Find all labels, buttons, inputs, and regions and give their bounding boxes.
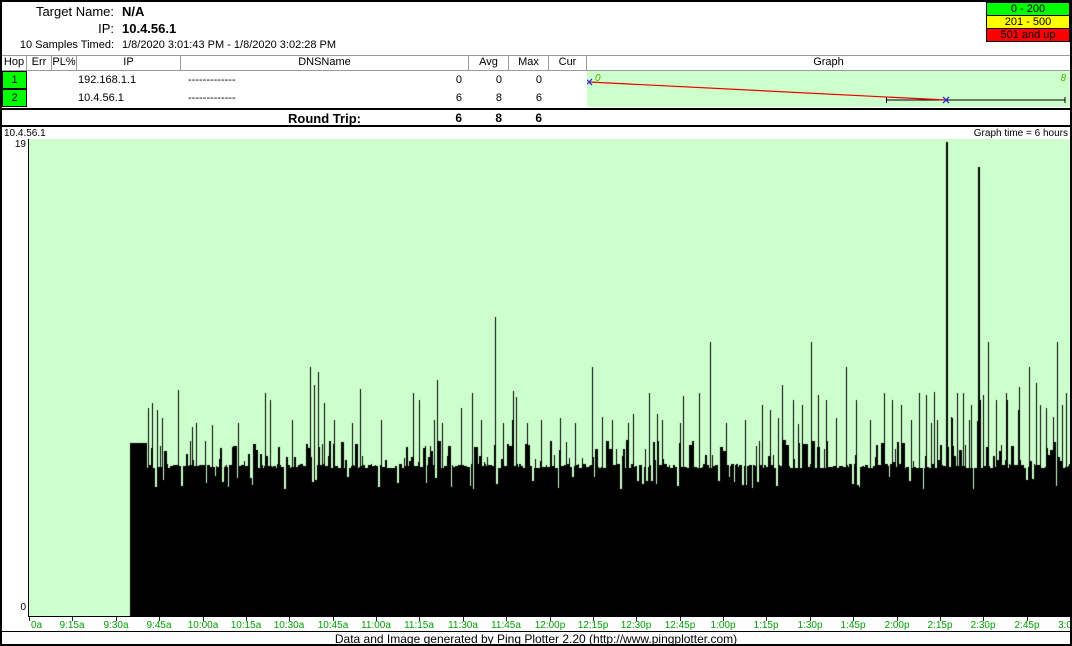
time-tick [29, 617, 30, 621]
svg-text:8: 8 [1060, 73, 1066, 84]
row-max: 8 [495, 92, 502, 104]
time-tick-label: 1:15p [753, 620, 779, 631]
latency-bars-canvas[interactable] [29, 139, 1070, 616]
round-trip-row: Round Trip: 6 8 6 [0, 108, 1072, 127]
row-ip: 10.4.56.1 [78, 92, 124, 104]
round-trip-cur: 6 [535, 111, 542, 125]
col-header-hop[interactable]: Hop [2, 56, 26, 68]
ip-label: IP: [98, 21, 114, 36]
time-tick-label: 2:15p [927, 620, 953, 631]
hop-number-cell: 1 [2, 71, 27, 89]
row-cur: 0 [535, 74, 542, 86]
time-tick-label: 2:45p [1014, 620, 1040, 631]
round-trip-avg: 6 [455, 111, 462, 125]
legend-medium: 201 - 500 [986, 15, 1070, 29]
latency-plot-area[interactable] [29, 139, 1070, 617]
pingplotter-window: Target Name: N/A IP: 10.4.56.1 10 Sample… [0, 0, 1072, 646]
time-tick-label: 11:00a [361, 620, 391, 631]
time-tick-label: 12:30p [620, 620, 652, 631]
row-dns: ------------- [188, 92, 236, 104]
col-header-graph[interactable]: Graph [587, 56, 1070, 68]
graph-target-label: 10.4.56.1 [4, 128, 46, 139]
legend-low: 0 - 200 [986, 2, 1070, 16]
samples-timed-label: 10 Samples Timed: [19, 39, 114, 51]
svg-text:0: 0 [595, 73, 601, 84]
time-tick-label: 10:45a [317, 620, 349, 631]
time-tick-label: 1:45p [840, 620, 866, 631]
time-tick-label: 2:30p [970, 620, 996, 631]
minigraph-svg: 08 [585, 73, 1066, 104]
hop-minigraph[interactable]: 08 [585, 71, 1070, 107]
col-header-avg[interactable]: Avg [469, 56, 508, 68]
time-tick-label: 1:00p [710, 620, 736, 631]
row-avg: 6 [455, 92, 462, 104]
legend-high: 501 and up [986, 28, 1070, 42]
time-tick-label: 9:30a [103, 620, 129, 631]
time-tick-label: 11:15a [404, 620, 434, 631]
col-header-cur[interactable]: Cur [549, 56, 586, 68]
time-tick-label: 9:15a [59, 620, 85, 631]
time-tick-label: 10:15a [230, 620, 262, 631]
col-header-max[interactable]: Max [509, 56, 548, 68]
time-tick-label: 2:00p [884, 620, 910, 631]
time-tick-label: 11:45a [491, 620, 521, 631]
samples-timed-value: 1/8/2020 3:01:43 PM - 1/8/2020 3:02:28 P… [122, 39, 337, 51]
footer-credit: Data and Image generated by Ping Plotter… [0, 631, 1072, 646]
time-tick-label: 3:00 [1058, 620, 1072, 631]
ip-value: 10.4.56.1 [122, 21, 177, 36]
col-header-err[interactable]: Err [27, 56, 51, 68]
graph-time-note: Graph time = 6 hours [973, 128, 1068, 139]
y-axis-min-label: 0 [20, 602, 26, 613]
target-name-value: N/A [122, 4, 145, 19]
time-tick-label: 12:45p [664, 620, 696, 631]
hop-number-cell: 2 [2, 89, 27, 107]
row-ip: 192.168.1.1 [78, 74, 137, 86]
row-cur: 6 [535, 92, 542, 104]
latency-legend: 0 - 200 201 - 500 501 and up [986, 2, 1070, 42]
time-tick-label: 10:30a [273, 620, 305, 631]
time-tick-label: 12:15p [577, 620, 609, 631]
time-tick-label: 11:30a [448, 620, 478, 631]
col-header-dnsname[interactable]: DNSName [181, 56, 468, 68]
time-tick-label: 1:30p [797, 620, 823, 631]
col-header-ip[interactable]: IP [77, 56, 180, 68]
time-tick-label: 12:00p [534, 620, 566, 631]
time-tick-label: 0a [31, 620, 43, 631]
round-trip-max: 8 [495, 111, 502, 125]
time-tick-label: 10:00a [187, 620, 219, 631]
row-avg: 0 [455, 74, 462, 86]
row-dns: ------------- [188, 74, 236, 86]
col-header-pl[interactable]: PL% [52, 56, 76, 68]
target-name-label: Target Name: [35, 4, 114, 19]
time-tick-label: 9:45a [146, 620, 172, 631]
y-axis-max-label: 19 [14, 139, 26, 150]
row-max: 0 [495, 74, 502, 86]
